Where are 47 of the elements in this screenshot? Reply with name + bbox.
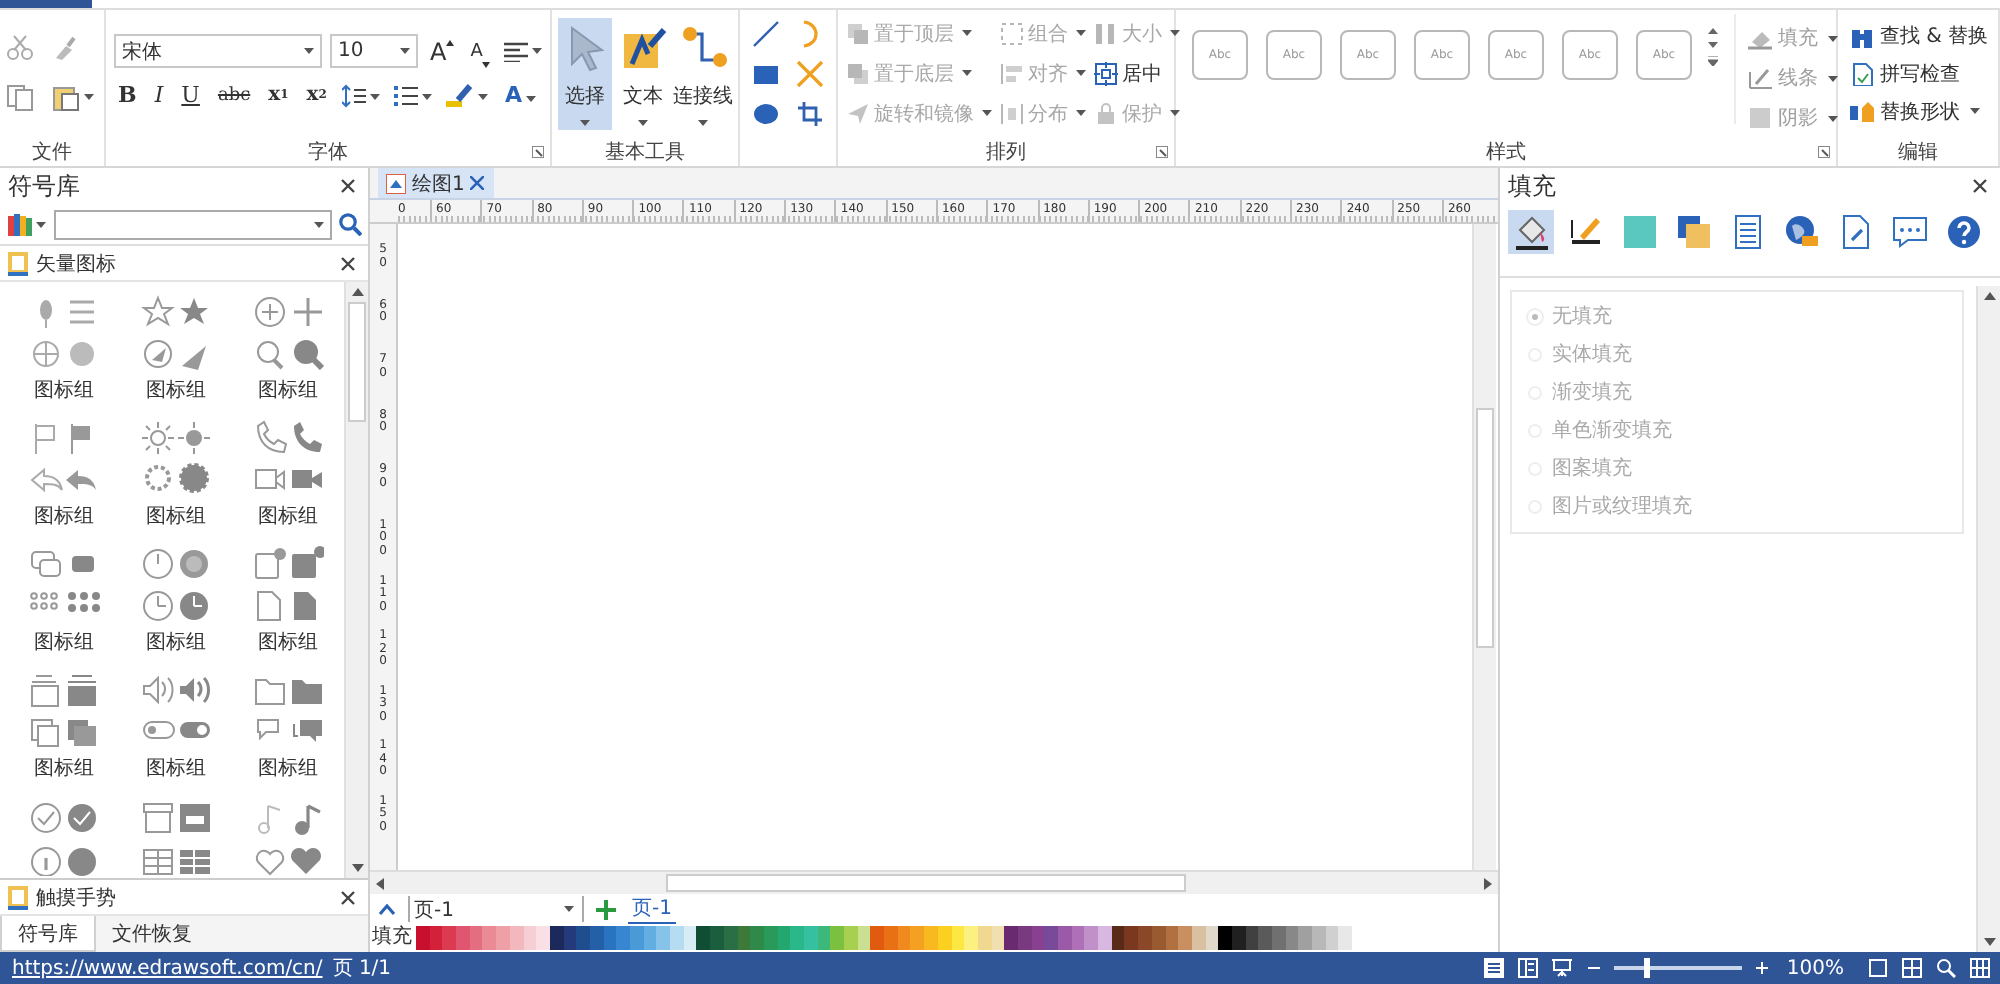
- panel-tab[interactable]: 文件恢复: [96, 916, 208, 952]
- grow-font-button[interactable]: A: [426, 35, 459, 67]
- font-family-dropdown[interactable]: 宋体: [114, 34, 322, 68]
- group-label: 样式: [1486, 139, 1526, 165]
- group-label[interactable]: 图标组: [34, 628, 94, 656]
- group-label[interactable]: 图标组: [34, 502, 94, 530]
- group-label[interactable]: 图标组: [146, 754, 206, 782]
- group-label: 基本工具: [605, 139, 685, 165]
- font-size-dropdown[interactable]: 10: [330, 34, 418, 68]
- edit-button[interactable]: 拼写检查: [1850, 59, 1960, 87]
- section-title: 触摸手势: [36, 885, 118, 911]
- group-label[interactable]: 图标组: [34, 754, 94, 782]
- tool-button[interactable]: 文本: [616, 17, 670, 129]
- page-indicator: 页 1/1: [332, 956, 392, 982]
- panel-title: 符号库: [8, 169, 80, 203]
- shrink-font-button[interactable]: A: [466, 35, 495, 67]
- edit-button[interactable]: 替换形状: [1850, 97, 1980, 125]
- group-label[interactable]: 图标组: [258, 754, 318, 782]
- group-label[interactable]: 图标组: [146, 502, 206, 530]
- group-label[interactable]: 图标组: [258, 376, 318, 404]
- panel-tab[interactable]: 符号库: [0, 916, 96, 952]
- page-tab[interactable]: 页-1: [628, 894, 676, 924]
- palette-label: 填充: [372, 926, 412, 950]
- group-label: 字体: [308, 139, 348, 165]
- section-title: 矢量图标: [36, 251, 118, 277]
- page-dropdown[interactable]: 页-1: [408, 896, 584, 922]
- group-label[interactable]: 图标组: [146, 376, 206, 404]
- group-label: 排列: [986, 139, 1026, 165]
- bold-button[interactable]: B: [114, 80, 141, 112]
- tool-button[interactable]: 选择: [558, 17, 612, 129]
- font-color-button[interactable]: A: [500, 80, 540, 112]
- group-label: 编辑: [1898, 139, 1938, 165]
- italic-button[interactable]: I: [150, 80, 168, 112]
- edit-button[interactable]: 查找 & 替换: [1850, 21, 1989, 49]
- group-label[interactable]: 图标组: [34, 376, 94, 404]
- strikethrough-button[interactable]: abc: [213, 80, 255, 112]
- group-label[interactable]: 图标组: [146, 628, 206, 656]
- arrange-button[interactable]: 居中: [1094, 59, 1180, 87]
- group-label[interactable]: 图标组: [258, 628, 318, 656]
- zoom-level: 100%: [1786, 957, 1844, 979]
- document-tab[interactable]: 绘图1: [378, 168, 495, 198]
- website-link[interactable]: https://www.edrawsoft.com/cn/: [12, 957, 323, 979]
- panel-title: 填充: [1508, 169, 1556, 203]
- tool-button[interactable]: 连接线: [674, 17, 732, 129]
- group-label[interactable]: 图标组: [258, 502, 318, 530]
- underline-button[interactable]: U: [177, 80, 204, 112]
- group-label: 文件: [32, 139, 72, 165]
